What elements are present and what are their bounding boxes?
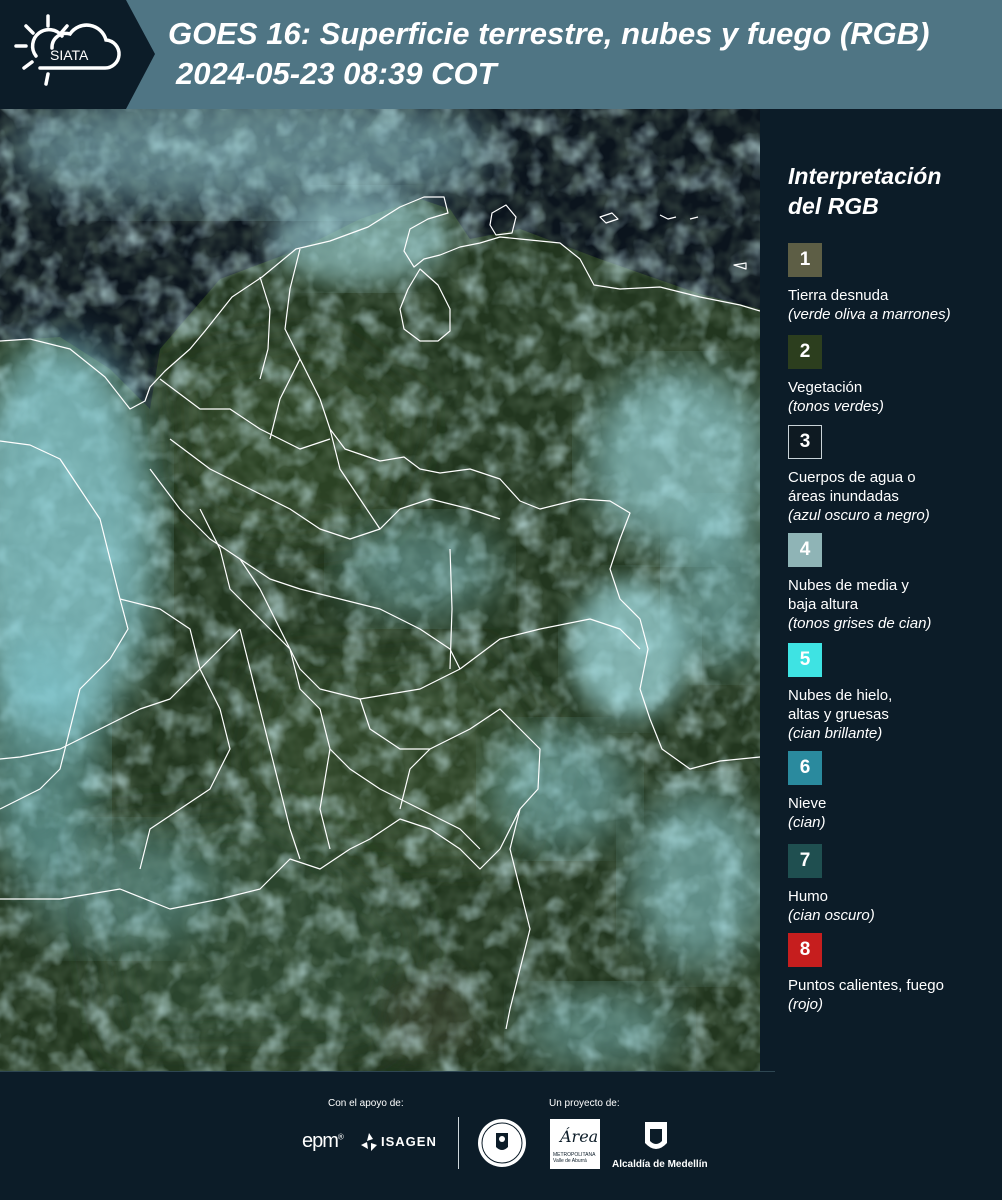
- legend-item-ice-clouds: 5 Nubes de hielo, altas y gruesas (cian …: [788, 643, 1002, 743]
- legend-swatch: 1: [788, 243, 822, 277]
- legend-label-line: Vegetación: [788, 379, 863, 396]
- legend-label-line: Nubes de hielo,: [788, 687, 893, 704]
- epm-text: epm: [302, 1130, 339, 1152]
- legend-label: Nubes de hielo, altas y gruesas: [788, 686, 1002, 724]
- medellin-label: Alcaldía de Medellín: [612, 1159, 708, 1170]
- legend-label: Cuerpos de agua o áreas inundadas: [788, 468, 1002, 506]
- antioquia-seal-icon: [478, 1119, 526, 1167]
- legend-swatch: 7: [788, 844, 822, 878]
- legend-item-smoke: 7 Humo (cian oscuro): [788, 844, 1002, 925]
- project-label: Un proyecto de:: [549, 1098, 620, 1109]
- legend-label-line: baja altura: [788, 596, 859, 613]
- legend-item-water: 3 Cuerpos de agua o áreas inundadas (azu…: [788, 425, 1002, 525]
- legend-item-snow: 6 Nieve (cian): [788, 751, 1002, 832]
- epm-registered-mark: ®: [337, 1132, 344, 1142]
- legend-item-bare-soil: 1 Tierra desnuda (verde oliva a marrones…: [788, 243, 1002, 324]
- area-script-text: Área: [560, 1127, 599, 1146]
- legend-swatch: 4: [788, 533, 822, 567]
- legend-label: Nubes de media y baja altura: [788, 576, 1002, 614]
- isagen-icon: [361, 1133, 377, 1151]
- header: SIATA GOES 16: Superficie terrestre, nub…: [0, 0, 1002, 109]
- legend-label: Tierra desnuda: [788, 286, 1002, 305]
- legend-panel: Interpretación del RGB 1 Tierra desnuda …: [760, 109, 1002, 1071]
- legend-description: (rojo): [788, 996, 824, 1013]
- legend-label: Humo: [788, 887, 1002, 906]
- page-title: GOES 16: Superficie terrestre, nubes y f…: [168, 14, 929, 94]
- legend-description: (verde oliva a marrones): [788, 306, 951, 323]
- legend-description: (cian oscuro): [788, 907, 875, 924]
- siata-logo: SIATA: [0, 0, 155, 109]
- legend-label-line: Nubes de media y: [788, 577, 909, 594]
- title-line-1: GOES 16: Superficie terrestre, nubes y f…: [168, 16, 930, 51]
- legend-swatch: 5: [788, 643, 822, 677]
- legend-label: Puntos calientes, fuego: [788, 976, 1002, 995]
- epm-logo: epm®: [302, 1130, 344, 1153]
- legend-description: (tonos grises de cian): [788, 615, 932, 632]
- legend-description: (cian brillante): [788, 725, 883, 742]
- footer-vertical-divider: [458, 1117, 459, 1169]
- legend-title: Interpretación del RGB: [788, 161, 941, 221]
- legend-label-line: Humo: [788, 888, 829, 905]
- area-sub-text: METROPOLITANA Valle de Aburrá: [553, 1152, 595, 1164]
- legend-item-fire: 8 Puntos calientes, fuego (rojo): [788, 933, 1002, 1014]
- legend-swatch: 3: [788, 425, 822, 459]
- legend-item-low-clouds: 4 Nubes de media y baja altura (tonos gr…: [788, 533, 1002, 633]
- title-line-2: 2024-05-23 08:39 COT: [176, 56, 497, 91]
- legend-label-line: Nieve: [788, 795, 827, 812]
- legend-label-line: Puntos calientes, fuego: [788, 977, 944, 994]
- legend-label-line: Tierra desnuda: [788, 287, 889, 304]
- isagen-logo: ISAGEN: [381, 1134, 437, 1149]
- legend-title-line-1: Interpretación: [788, 163, 942, 189]
- legend-label-line: altas y gruesas: [788, 706, 889, 723]
- footer: Con el apoyo de: Un proyecto de: epm® IS…: [0, 1071, 1002, 1200]
- legend-item-vegetation: 2 Vegetación (tonos verdes): [788, 335, 1002, 416]
- satellite-map[interactable]: [0, 109, 760, 1071]
- legend-swatch: 2: [788, 335, 822, 369]
- map-canvas[interactable]: [0, 109, 760, 1071]
- area-metropolitana-logo: Área METROPOLITANA Valle de Aburrá: [550, 1119, 600, 1169]
- logo-text: SIATA: [50, 47, 89, 63]
- area-sub-line-2: Valle de Aburrá: [553, 1158, 587, 1164]
- legend-label-line: áreas inundadas: [788, 488, 899, 505]
- legend-label: Vegetación: [788, 378, 1002, 397]
- medellin-shield-icon: [645, 1122, 667, 1149]
- legend-swatch: 8: [788, 933, 822, 967]
- footer-divider-line: [0, 1071, 775, 1072]
- sun-cloud-icon: SIATA: [14, 14, 121, 86]
- cloud-layer: [0, 109, 760, 1071]
- legend-description: (azul oscuro a negro): [788, 507, 930, 524]
- legend-title-line-2: del RGB: [788, 193, 879, 219]
- legend-description: (cian): [788, 814, 826, 831]
- legend-swatch: 6: [788, 751, 822, 785]
- legend-label-line: Cuerpos de agua o: [788, 469, 916, 486]
- legend-label: Nieve: [788, 794, 1002, 813]
- legend-description: (tonos verdes): [788, 398, 884, 415]
- support-label: Con el apoyo de:: [328, 1098, 404, 1109]
